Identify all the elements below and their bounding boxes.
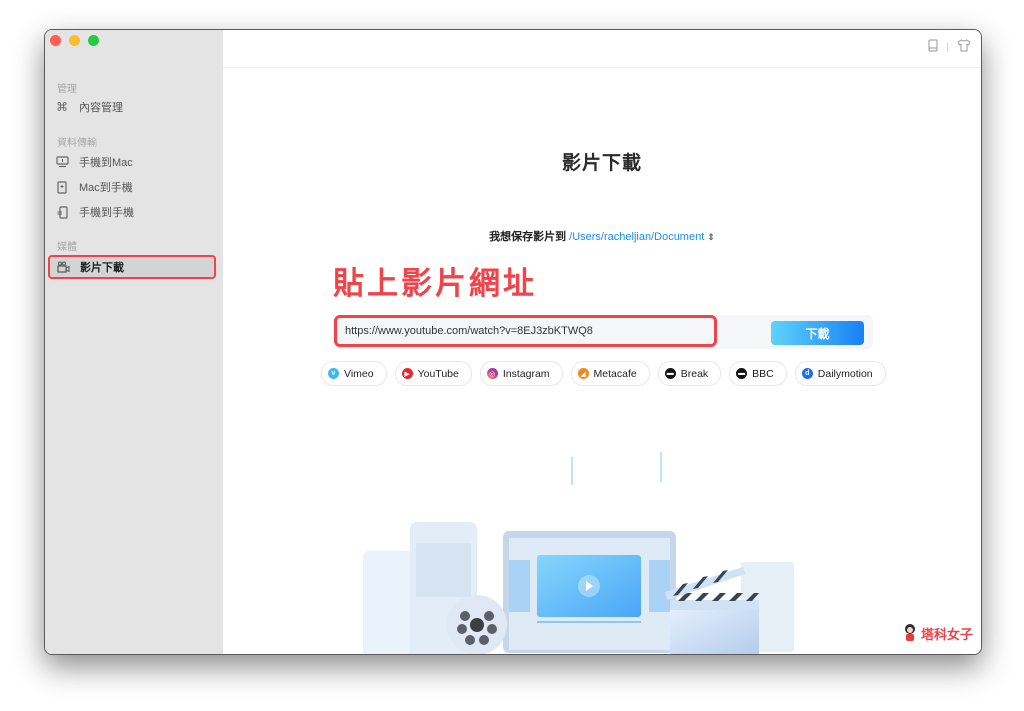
phone-to-mac-icon: [55, 155, 69, 169]
laptop-illustration: [503, 531, 676, 653]
avatar-icon: [902, 623, 918, 644]
download-illustration: [363, 452, 794, 654]
youtube-icon: ▶: [401, 368, 413, 379]
app-window: 管理 ⌘ 內容管理 資料傳輸 手機到Mac Mac到手機 手機到手機 媒體 影片…: [44, 29, 982, 655]
phone-to-phone-icon: [55, 205, 69, 219]
sidebar-item-phone-to-phone[interactable]: 手機到手機: [49, 201, 217, 223]
section-label-media: 媒體: [57, 242, 77, 253]
sidebar-item-label: 影片下載: [80, 262, 124, 274]
section-label-transfer: 資料傳輸: [57, 138, 97, 149]
chevron-updown-icon[interactable]: ⇕: [707, 232, 715, 242]
sidebar: 管理 ⌘ 內容管理 資料傳輸 手機到Mac Mac到手機 手機到手機 媒體 影片…: [45, 30, 223, 654]
site-label: Vimeo: [344, 367, 374, 380]
annotation-text: 貼上影片網址: [333, 266, 537, 301]
dailymotion-icon: d: [801, 368, 813, 379]
page-title: 影片下載: [561, 153, 642, 174]
metacafe-icon: ◢: [577, 368, 589, 379]
site-label: BBC: [752, 367, 774, 380]
bbc-icon: ▬: [736, 368, 748, 379]
watermark: 塔科女子: [902, 623, 973, 644]
section-label-manage: 管理: [57, 84, 77, 95]
save-location-label: 我想保存影片到: [489, 231, 567, 243]
site-label: YouTube: [417, 367, 459, 380]
site-label: Instagram: [502, 367, 550, 380]
site-chip-bbc[interactable]: ▬ BBC: [729, 361, 787, 386]
download-button[interactable]: 下載: [771, 321, 864, 345]
toolbar-divider: |: [946, 41, 949, 53]
command-icon: ⌘: [56, 100, 68, 114]
supported-sites: v Vimeo ▶ YouTube ◎ Instagram ◢ Metacafe…: [321, 361, 886, 386]
sidebar-item-label: 手機到Mac: [79, 157, 133, 169]
site-label: Dailymotion: [817, 367, 873, 380]
video-camera-icon: [56, 260, 70, 274]
break-icon: ▬: [664, 368, 676, 379]
device-icon[interactable]: [928, 39, 938, 55]
site-chip-break[interactable]: ▬ Break: [657, 361, 722, 386]
site-chip-dailymotion[interactable]: d Dailymotion: [794, 361, 886, 386]
close-window-button[interactable]: [50, 35, 61, 46]
traffic-lights: [50, 35, 99, 46]
url-input[interactable]: [334, 315, 717, 347]
site-chip-vimeo[interactable]: v Vimeo: [321, 361, 387, 386]
site-chip-metacafe[interactable]: ◢ Metacafe: [570, 361, 650, 386]
vimeo-icon: v: [328, 368, 339, 379]
sidebar-item-label: 內容管理: [79, 102, 123, 114]
topbar: |: [223, 30, 981, 68]
sidebar-item-label: Mac到手機: [79, 182, 133, 194]
sidebar-item-video-download[interactable]: 影片下載: [48, 255, 216, 279]
save-path-selector[interactable]: /Users/racheljian/Document: [569, 231, 704, 243]
site-label: Metacafe: [593, 367, 637, 380]
sidebar-item-content-management[interactable]: ⌘ 內容管理: [49, 96, 217, 118]
site-chip-instagram[interactable]: ◎ Instagram: [479, 361, 563, 386]
main-panel: | 影片下載 我想保存影片到 /Users/racheljian/Documen…: [223, 30, 981, 654]
mac-to-phone-icon: [55, 180, 69, 194]
sidebar-item-phone-to-mac[interactable]: 手機到Mac: [49, 151, 217, 173]
minimize-window-button[interactable]: [69, 35, 80, 46]
clapperboard-illustration: [665, 562, 794, 654]
film-reel-illustration: [447, 595, 507, 654]
sidebar-item-label: 手機到手機: [79, 207, 134, 219]
instagram-icon: ◎: [486, 368, 498, 379]
zoom-window-button[interactable]: [88, 35, 99, 46]
tshirt-icon[interactable]: [957, 39, 971, 55]
site-chip-youtube[interactable]: ▶ YouTube: [394, 361, 472, 386]
watermark-text: 塔科女子: [920, 627, 973, 642]
site-label: Break: [680, 367, 709, 380]
save-location-row: 我想保存影片到 /Users/racheljian/Document ⇕: [223, 228, 981, 244]
sidebar-item-mac-to-phone[interactable]: Mac到手機: [49, 176, 217, 198]
